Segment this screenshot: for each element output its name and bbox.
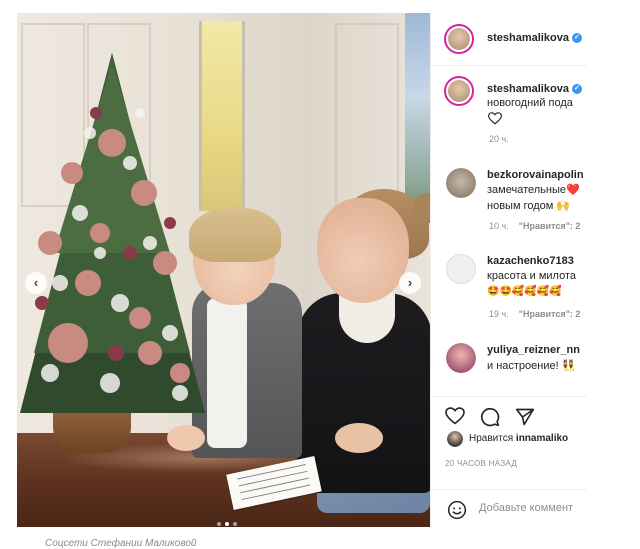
carousel-dot [217,522,221,526]
child-shirt [207,298,247,448]
heart-icon[interactable] [445,407,465,425]
comment-likes[interactable]: "Нравится": 2 [519,309,581,319]
avatar[interactable] [447,431,463,447]
verified-icon: ✓ [571,84,582,95]
post-photo[interactable]: ‹ › [17,13,430,527]
header-username[interactable]: steshamalikova ✓ [487,32,582,44]
comment-username[interactable]: steshamalikova ✓ [487,83,582,95]
heart-icon[interactable] [488,112,502,125]
likes-prefix: Нравится [469,433,514,444]
comment-text: красота и милота [487,270,576,282]
comment-text: новым годом 🙌 [487,199,570,212]
comment-text: и настроение! 👯 [487,359,575,372]
chevron-left-icon[interactable]: ‹ [25,272,47,294]
comment-text-line: и настроение! [487,360,559,372]
chevron-right-icon[interactable]: › [399,272,421,294]
comment-text: замечательные❤️ [487,183,580,196]
comment-icon[interactable] [480,407,500,427]
comment-time: 19 ч. [489,309,509,319]
doorway [199,21,245,211]
post-header: steshamalikova ✓ [431,13,587,66]
post-sidebar: steshamalikova ✓ steshamalikova ✓ новогодн… [430,13,587,527]
header-username-text[interactable]: steshamalikova [487,32,569,44]
christmas-tree [20,53,205,413]
avatar[interactable] [444,76,474,106]
comment-text-line: новым годом [487,200,554,212]
wall-panel [335,23,399,207]
child-hand [167,425,205,451]
heart-emoji: ❤️ [566,184,580,196]
smiley-icon[interactable] [447,500,467,520]
comment-emojis: 🤩🤩🥰🥰🥰🥰 [487,286,562,297]
dancers-emoji: 👯 [561,360,576,372]
verified-icon: ✓ [571,33,582,44]
comment-input[interactable]: Добавьте коммент [479,502,573,514]
likes-user[interactable]: innamaliko [516,433,568,444]
comment-bar: Добавьте коммент [431,489,587,527]
avatar[interactable] [446,254,476,284]
carousel-dot [233,522,237,526]
woman-hand [335,423,383,453]
comment-time: 20 ч. [489,134,509,144]
avatar[interactable] [444,24,474,54]
comment-meta: 10 ч. "Нравится": 2 [489,221,580,231]
comment-time: 10 ч. [489,221,509,231]
window [405,13,430,223]
avatar[interactable] [446,168,476,198]
carousel-dots [217,522,237,526]
avatar[interactable] [446,343,476,373]
comment-text-line: замечательные [487,184,566,196]
caption-text: новогодний пода [487,97,573,109]
comment-likes[interactable]: "Нравится": 2 [519,221,581,231]
post-timestamp[interactable]: 20 ЧАСОВ НАЗАД [445,459,517,468]
image-caption: Соцсети Стефании Маликовой [45,538,197,549]
comment-username[interactable]: kazachenko7183 [487,255,574,267]
raised-hands-emoji: 🙌 [556,200,571,212]
likes-text[interactable]: Нравится innamaliko [469,433,568,444]
comment-username-text[interactable]: steshamalikova [487,83,569,95]
carousel-dot-active [225,522,229,526]
woman-head [317,198,409,303]
comment-username[interactable]: yuliya_reizner_nn [487,344,580,356]
comment-meta: 19 ч. "Нравится": 2 [489,309,580,319]
share-icon[interactable] [515,407,535,427]
comment-username[interactable]: bezkorovainapolin [487,169,584,181]
